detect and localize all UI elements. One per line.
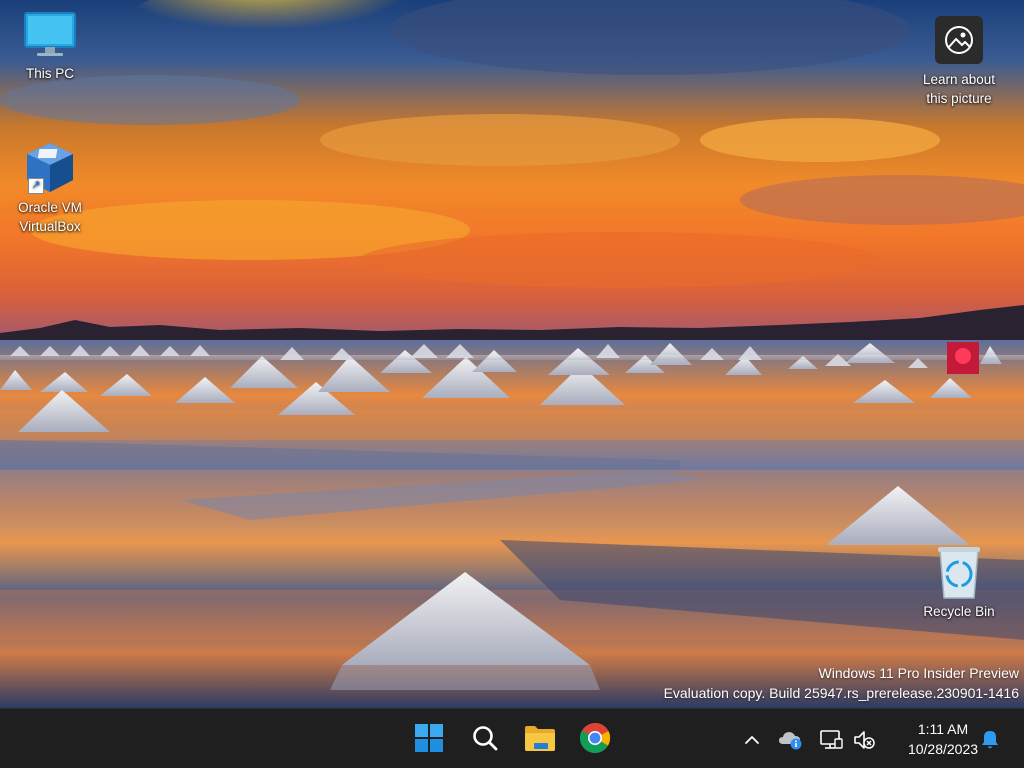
desktop-icon-label: This PC <box>25 66 74 81</box>
chrome-icon <box>580 722 611 754</box>
windows-logo-icon <box>415 724 443 752</box>
desktop-icon-label: Oracle VM VirtualBox <box>18 200 82 234</box>
desktop-icon-learn-about-picture[interactable]: Learn about this picture <box>913 12 1005 108</box>
recycle-bin-icon <box>931 544 987 600</box>
desktop-icon-this-pc[interactable]: This PC <box>4 6 96 83</box>
onedrive-icon <box>779 732 802 750</box>
desktop-icon-recycle-bin[interactable]: Recycle Bin <box>913 544 1005 621</box>
chevron-up-icon <box>745 736 759 744</box>
evaluation-watermark: Windows 11 Pro Insider Preview Evaluatio… <box>664 663 1019 703</box>
watermark-line-build: Evaluation copy. Build 25947.rs_prerelea… <box>663 685 1019 701</box>
desktop-icon-label: Recycle Bin <box>923 604 995 619</box>
folder-icon <box>525 726 555 751</box>
volume-tray-button[interactable] <box>851 727 877 753</box>
search-icon <box>473 726 498 751</box>
monitor-icon <box>22 6 78 62</box>
start-button[interactable] <box>408 717 450 759</box>
shortcut-arrow-icon: ↗ <box>28 178 44 194</box>
onedrive-tray-button[interactable] <box>778 727 804 753</box>
show-hidden-icons-button[interactable] <box>739 727 765 753</box>
desktop-icon-label: Learn about this picture <box>922 72 996 106</box>
search-button[interactable] <box>464 717 506 759</box>
file-explorer-button[interactable] <box>519 717 561 759</box>
desktop-icon-oracle-virtualbox[interactable]: ↗ Oracle VM VirtualBox <box>4 140 96 236</box>
chrome-button[interactable] <box>574 717 616 759</box>
network-tray-button[interactable] <box>818 727 844 753</box>
volume-muted-icon <box>854 731 875 749</box>
notification-center-button[interactable] <box>977 727 1003 753</box>
desktop-wallpaper[interactable] <box>0 0 1024 708</box>
wallpaper-image <box>0 0 1024 708</box>
taskbar: 1:11 AM 10/28/2023 <box>0 708 1024 768</box>
network-icon <box>820 730 843 749</box>
camera-icon <box>931 12 987 68</box>
notification-bell-icon <box>982 731 998 749</box>
virtualbox-icon: ↗ <box>22 140 78 196</box>
watermark-line-edition: Windows 11 Pro Insider Preview <box>818 665 1019 681</box>
